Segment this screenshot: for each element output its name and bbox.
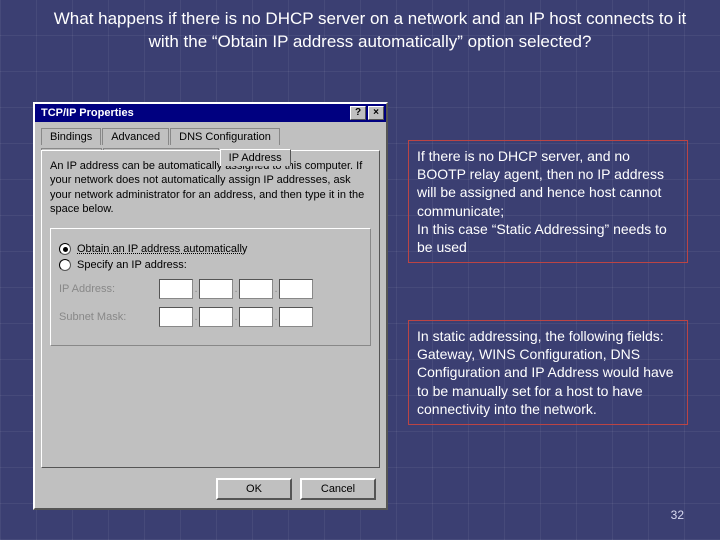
tab-bindings[interactable]: Bindings <box>41 128 101 145</box>
tab-dns[interactable]: DNS Configuration <box>170 128 280 145</box>
radio-auto-label: Obtain an IP address automatically <box>77 243 247 255</box>
ip-oct-4[interactable] <box>279 279 313 299</box>
radio-specify-row[interactable]: Specify an IP address: <box>59 259 362 271</box>
close-button[interactable]: × <box>368 106 384 120</box>
help-button[interactable]: ? <box>350 106 366 120</box>
subnet-label: Subnet Mask: <box>59 311 149 323</box>
ip-mode-group: Obtain an IP address automatically Speci… <box>50 228 371 346</box>
radio-specify-label: Specify an IP address: <box>77 259 187 271</box>
sn-oct-1[interactable] <box>159 307 193 327</box>
sn-oct-2[interactable] <box>199 307 233 327</box>
tab-ipaddress[interactable]: IP Address <box>220 149 291 166</box>
radio-dot-icon <box>63 247 68 252</box>
tab-panel-ipaddress: An IP address can be automatically assig… <box>41 150 380 468</box>
callout-2: In static addressing, the following fiel… <box>408 320 688 425</box>
ip-oct-1[interactable] <box>159 279 193 299</box>
tab-row-1: Bindings Advanced DNS Configuration <box>41 128 380 145</box>
tab-advanced[interactable]: Advanced <box>102 128 169 145</box>
dialog-title: TCP/IP Properties <box>41 107 134 119</box>
radio-auto[interactable] <box>59 243 71 255</box>
subnet-field[interactable]: . . . <box>159 307 313 327</box>
ip-oct-3[interactable] <box>239 279 273 299</box>
dialog-titlebar[interactable]: TCP/IP Properties ? × <box>35 104 386 122</box>
slide-title: What happens if there is no DHCP server … <box>50 8 690 54</box>
dialog-description: An IP address can be automatically assig… <box>50 159 371 216</box>
sn-oct-4[interactable] <box>279 307 313 327</box>
ip-address-field[interactable]: . . . <box>159 279 313 299</box>
radio-auto-row[interactable]: Obtain an IP address automatically <box>59 243 362 255</box>
sn-oct-3[interactable] <box>239 307 273 327</box>
callout-1: If there is no DHCP server, and no BOOTP… <box>408 140 688 263</box>
radio-specify[interactable] <box>59 259 71 271</box>
cancel-button[interactable]: Cancel <box>300 478 376 500</box>
ok-button[interactable]: OK <box>216 478 292 500</box>
ip-address-label: IP Address: <box>59 283 149 295</box>
tcpip-dialog: TCP/IP Properties ? × Bindings Advanced … <box>33 102 388 510</box>
ip-oct-2[interactable] <box>199 279 233 299</box>
page-number: 32 <box>671 508 684 522</box>
